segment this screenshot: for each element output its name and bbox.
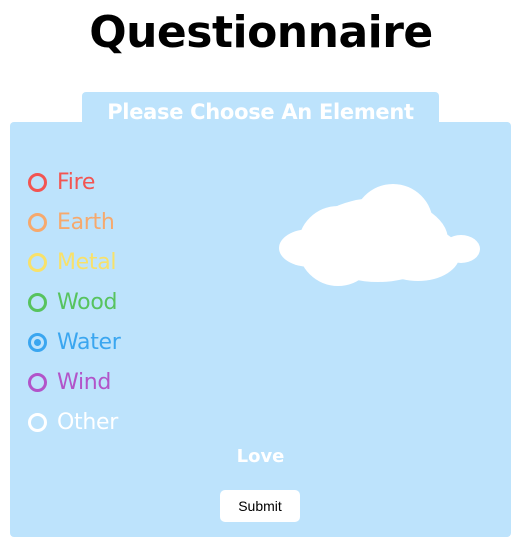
radio-wood[interactable] xyxy=(28,292,47,312)
option-water[interactable]: Water xyxy=(28,326,121,358)
radio-metal[interactable] xyxy=(28,252,47,272)
option-earth[interactable]: Earth xyxy=(28,206,115,238)
submit-button[interactable]: Submit xyxy=(220,490,300,522)
option-label: Wind xyxy=(57,369,112,395)
radio-earth[interactable] xyxy=(28,212,47,232)
option-label: Other xyxy=(57,409,118,435)
option-label: Fire xyxy=(57,169,96,195)
option-label: Wood xyxy=(57,289,118,315)
option-fire[interactable]: Fire xyxy=(28,166,95,198)
option-label: Metal xyxy=(57,249,117,275)
cloud-icon xyxy=(279,184,480,286)
option-wood[interactable]: Wood xyxy=(28,286,117,318)
radio-wind[interactable] xyxy=(28,372,47,392)
option-other[interactable]: Other xyxy=(28,406,118,438)
radio-fire[interactable] xyxy=(28,172,47,192)
selection-message: Love xyxy=(236,446,285,467)
option-wind[interactable]: Wind xyxy=(28,366,111,398)
option-metal[interactable]: Metal xyxy=(28,246,117,278)
radio-water[interactable] xyxy=(28,332,47,352)
page-title: Questionnaire xyxy=(89,7,433,58)
radio-other[interactable] xyxy=(28,412,47,432)
questionnaire-panel: Fire Earth Metal Wood Water Wind Other L… xyxy=(10,122,511,537)
option-label: Earth xyxy=(57,209,115,235)
option-label: Water xyxy=(57,329,121,355)
